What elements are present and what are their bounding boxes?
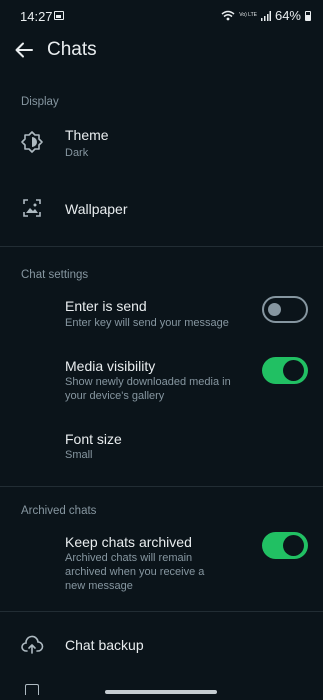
cloud-upload-icon (21, 635, 44, 654)
divider (0, 486, 323, 487)
wallpaper-setting[interactable]: Wallpaper (0, 186, 323, 230)
enter-is-send-setting[interactable]: Enter is send Enter key will send your m… (0, 292, 323, 336)
signal-icon (260, 10, 271, 21)
gesture-nav-handle[interactable] (105, 690, 217, 694)
media-visibility-setting[interactable]: Media visibility Show newly downloaded m… (0, 352, 323, 408)
network-label: Vo) LTE (239, 12, 257, 18)
media-visibility-title: Media visibility (65, 358, 156, 374)
battery-icon (305, 10, 311, 21)
page-title: Chats (47, 39, 97, 60)
font-size-setting[interactable]: Font size Small (0, 426, 323, 466)
toggle-knob (283, 360, 304, 381)
enter-is-send-title: Enter is send (65, 298, 147, 314)
section-header-archived-chats: Archived chats (21, 505, 97, 517)
status-right: Vo) LTE 64% (221, 8, 311, 23)
status-bar: 14:27 Vo) LTE 64% (0, 0, 323, 32)
keep-chats-archived-title: Keep chats archived (65, 534, 192, 550)
toggle-knob (268, 303, 281, 316)
keep-chats-archived-setting[interactable]: Keep chats archived Archived chats will … (0, 528, 323, 594)
divider (0, 246, 323, 247)
chat-history-icon (25, 684, 39, 695)
enter-is-send-toggle[interactable] (262, 296, 308, 323)
wallpaper-title: Wallpaper (65, 201, 128, 217)
battery-percent: 64% (274, 8, 301, 23)
theme-title: Theme (65, 127, 109, 143)
back-button[interactable] (10, 36, 38, 64)
brightness-icon (21, 131, 43, 153)
section-header-display: Display (21, 96, 59, 108)
section-header-chat-settings: Chat settings (21, 269, 89, 281)
divider (0, 611, 323, 612)
keep-chats-archived-subtitle: Archived chats will remain archived when… (65, 552, 205, 592)
chat-backup-title: Chat backup (65, 637, 144, 653)
status-time: 14:27 (20, 9, 53, 24)
enter-is-send-subtitle: Enter key will send your message (65, 317, 229, 329)
font-size-value: Small (65, 449, 93, 461)
media-visibility-toggle[interactable] (262, 357, 308, 384)
wallpaper-icon (23, 199, 41, 217)
chat-backup-setting[interactable]: Chat backup (0, 626, 323, 666)
gallery-notification-icon (54, 11, 64, 20)
wifi-icon (221, 10, 235, 21)
font-size-title: Font size (65, 431, 122, 447)
toggle-knob (283, 535, 304, 556)
keep-chats-archived-toggle[interactable] (262, 532, 308, 559)
media-visibility-subtitle: Show newly downloaded media in your devi… (65, 376, 231, 402)
theme-setting[interactable]: Theme Dark (0, 118, 323, 168)
back-arrow-icon (15, 42, 33, 58)
theme-value: Dark (65, 147, 89, 159)
app-bar: Chats (0, 30, 323, 70)
